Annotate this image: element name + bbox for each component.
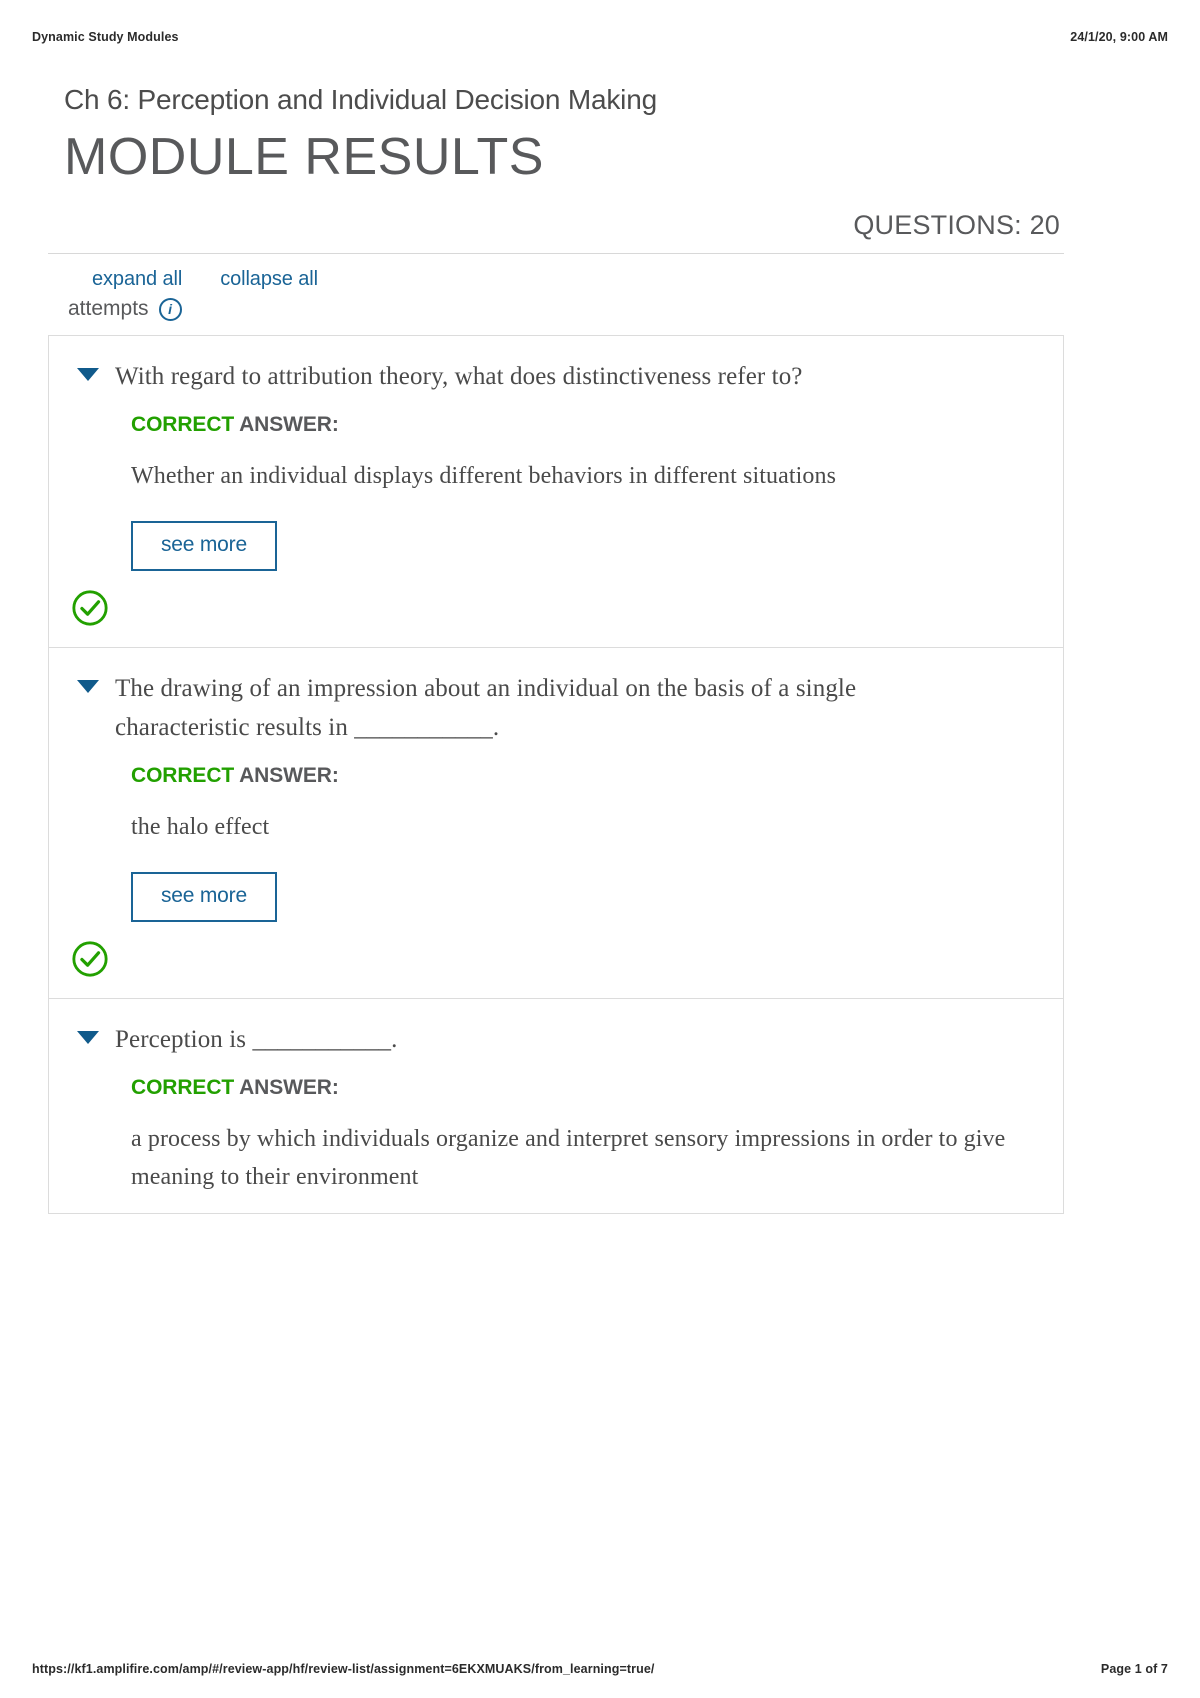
correct-check-icon — [72, 590, 108, 626]
status-row — [71, 589, 1035, 631]
answer-word: ANSWER: — [239, 1075, 339, 1099]
see-more-button[interactable]: see more — [131, 521, 277, 572]
question-body: CORRECT ANSWER: a process by which indiv… — [77, 1060, 1035, 1197]
attempts-label: attempts — [68, 297, 149, 321]
answer-word: ANSWER: — [239, 412, 339, 436]
attempts-row: attempts i — [48, 291, 1064, 321]
question-body: CORRECT ANSWER: the halo effect see more — [77, 748, 1035, 923]
expand-collapse-controls: expand all collapse all — [48, 254, 1064, 291]
question-body: CORRECT ANSWER: Whether an individual di… — [77, 397, 1035, 572]
correct-answer-label: CORRECT ANSWER: — [131, 413, 1035, 437]
print-header: Dynamic Study Modules 24/1/20, 9:00 AM — [32, 30, 1168, 44]
chevron-down-icon[interactable] — [77, 1031, 99, 1045]
print-footer-page-number: Page 1 of 7 — [1100, 1662, 1168, 1676]
question-text: With regard to attribution theory, what … — [115, 363, 803, 391]
chevron-down-icon[interactable] — [77, 368, 99, 382]
answer-text: Whether an individual displays different… — [131, 462, 837, 489]
question-header[interactable]: The drawing of an impression about an in… — [77, 670, 1035, 748]
print-header-title: Dynamic Study Modules — [32, 30, 179, 44]
info-icon[interactable]: i — [158, 297, 182, 321]
collapse-all-link[interactable]: collapse all — [220, 268, 318, 291]
questions-count: QUESTIONS: 20 — [48, 186, 1064, 255]
answer-text: a process by which individuals organize … — [131, 1125, 1006, 1191]
answer-text: the halo effect — [131, 813, 270, 840]
correct-answer-label: CORRECT ANSWER: — [131, 764, 1035, 788]
questions-list: With regard to attribution theory, what … — [48, 335, 1064, 1214]
status-row — [71, 940, 1035, 982]
question-text: Perception is ___________. — [115, 1026, 398, 1054]
print-footer: https://kf1.amplifire.com/amp/#/review-a… — [32, 1662, 1168, 1676]
page-title: MODULE RESULTS — [64, 128, 544, 186]
see-more-button[interactable]: see more — [131, 872, 277, 923]
question-text: The drawing of an impression about an in… — [115, 675, 857, 742]
print-footer-url: https://kf1.amplifire.com/amp/#/review-a… — [32, 1662, 655, 1676]
answer-word: ANSWER: — [239, 763, 339, 787]
question-item: The drawing of an impression about an in… — [49, 648, 1063, 1000]
chapter-title: Ch 6: Perception and Individual Decision… — [64, 84, 657, 115]
question-header[interactable]: With regard to attribution theory, what … — [77, 358, 1035, 397]
correct-answer-label: CORRECT ANSWER: — [131, 1076, 1035, 1100]
question-item: Perception is ___________. CORRECT ANSWE… — [49, 999, 1063, 1214]
correct-word: CORRECT — [131, 763, 235, 787]
chevron-down-icon[interactable] — [77, 680, 99, 694]
question-item: With regard to attribution theory, what … — [49, 336, 1063, 649]
expand-all-link[interactable]: expand all — [92, 268, 182, 291]
question-header[interactable]: Perception is ___________. — [77, 1021, 1035, 1060]
page-content: Ch 6: Perception and Individual Decision… — [48, 82, 1064, 1214]
print-header-timestamp: 24/1/20, 9:00 AM — [1070, 30, 1168, 44]
correct-word: CORRECT — [131, 412, 235, 436]
correct-check-icon — [72, 941, 108, 977]
correct-word: CORRECT — [131, 1075, 235, 1099]
